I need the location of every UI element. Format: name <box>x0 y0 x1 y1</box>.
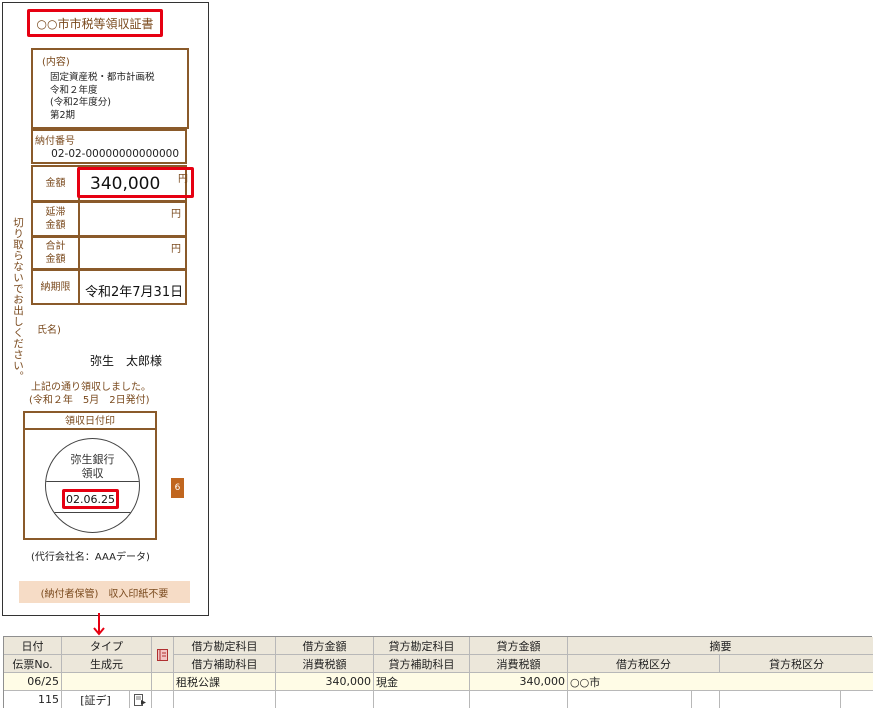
stamp-divider <box>46 512 139 513</box>
receipt-title: ○○市市税等領収証書 <box>27 9 163 37</box>
content-lines: 固定資産税・都市計画税 令和２年度 (令和2年度分) 第2期 <box>50 72 155 122</box>
payment-number-box: 納付番号 02-02-00000000000000 <box>31 129 187 164</box>
agent-company: (代行会社名：AAAデータ) <box>31 552 150 563</box>
header-debit-sub-account[interactable]: 借方補助科目 <box>174 655 276 673</box>
cell-attachment-2[interactable] <box>152 691 174 708</box>
header-type[interactable]: タイプ <box>62 637 152 655</box>
content-line: (令和2年度分) <box>50 97 111 108</box>
cell-credit-tax-rate[interactable] <box>841 691 873 708</box>
cell-debit-sub-account[interactable] <box>174 691 276 708</box>
content-line: 令和２年度 <box>50 84 98 96</box>
stamp-divider <box>46 481 139 482</box>
stamp-bank-text: 弥生銀行 領収 <box>70 453 115 480</box>
cell-type[interactable] <box>62 673 152 691</box>
payment-number-value: 02-02-00000000000000 <box>51 148 179 160</box>
cell-credit-sub-account[interactable] <box>374 691 470 708</box>
issue-date-note: (令和２年 5月 2日発付) <box>29 395 150 406</box>
attachment-header-icon[interactable] <box>152 637 174 673</box>
cell-credit-tax[interactable] <box>470 691 568 708</box>
header-credit-account[interactable]: 貸方勘定科目 <box>374 637 470 655</box>
payer-name: 弥生 太郎様 <box>90 354 163 368</box>
due-date-label: 納期限 <box>33 271 80 303</box>
header-debit-account[interactable]: 借方勘定科目 <box>174 637 276 655</box>
cell-voucher-no[interactable]: 115 <box>4 691 62 708</box>
book-icon <box>157 648 168 661</box>
header-source[interactable]: 生成元 <box>62 655 152 673</box>
open-source-button[interactable] <box>130 691 152 708</box>
journal-entry-grid: 日付 タイプ 借方勘定科目 借方金額 貸方勘定科目 貸方金額 摘要 伝票No. … <box>3 636 873 708</box>
header-memo[interactable]: 摘要 <box>568 637 873 655</box>
do-not-cut-note: 切り取らないでお出しください。 <box>12 217 24 382</box>
cell-credit-amount[interactable]: 340,000 <box>470 673 568 691</box>
header-credit-tax[interactable]: 消費税額 <box>470 655 568 673</box>
content-label: (内容) <box>42 57 70 68</box>
cell-credit-tax-class[interactable] <box>720 691 841 708</box>
late-fee-label: 延滞 金額 <box>33 203 80 235</box>
cell-memo[interactable]: ○○市 <box>568 673 873 691</box>
cell-debit-tax-rate[interactable] <box>692 691 720 708</box>
header-credit-tax-class[interactable]: 貸方税区分 <box>720 655 873 673</box>
header-date[interactable]: 日付 <box>4 637 62 655</box>
document-arrow-icon <box>134 693 146 706</box>
due-date-value: 令和2年7月31日 <box>85 285 184 300</box>
amount-highlight: 340,000 円 <box>77 167 194 198</box>
cell-credit-account[interactable]: 現金 <box>374 673 470 691</box>
header-debit-tax[interactable]: 消費税額 <box>276 655 374 673</box>
amount-label: 金額 <box>33 167 80 200</box>
cell-attachment[interactable] <box>152 673 174 691</box>
total-label: 合計 金額 <box>33 238 80 268</box>
stamp-header: 領収日付印 <box>23 411 157 430</box>
cell-date[interactable]: 06/25 <box>4 673 62 691</box>
header-debit-tax-class[interactable]: 借方税区分 <box>568 655 720 673</box>
content-box: (内容) 固定資産税・都市計画税 令和２年度 (令和2年度分) 第2期 <box>31 48 189 129</box>
name-label: 氏名) <box>37 325 61 336</box>
late-fee-row: 延滞 金額 円 <box>31 201 187 237</box>
cell-debit-amount[interactable]: 340,000 <box>276 673 374 691</box>
cell-debit-tax-class[interactable] <box>568 691 692 708</box>
cell-debit-tax[interactable] <box>276 691 374 708</box>
total-row: 合計 金額 円 <box>31 236 187 270</box>
due-date-row: 納期限 令和2年7月31日 <box>31 269 187 305</box>
late-fee-yen: 円 <box>171 209 181 220</box>
amount-value: 340,000 <box>90 174 161 194</box>
cell-debit-account[interactable]: 租税公課 <box>174 673 276 691</box>
payer-copy-note: (納付者保管) 収入印紙不要 <box>19 581 190 603</box>
header-credit-sub-account[interactable]: 貸方補助科目 <box>374 655 470 673</box>
stamp-date: 02.06.25 <box>62 489 119 509</box>
header-credit-amount[interactable]: 貸方金額 <box>470 637 568 655</box>
content-line: 第2期 <box>50 109 76 121</box>
cell-source[interactable]: [証デ] <box>62 691 130 708</box>
bank-stamp-seal: 弥生銀行 領収 <box>45 438 140 533</box>
number-badge: 6 <box>171 478 184 498</box>
total-yen: 円 <box>171 244 181 255</box>
amount-yen: 円 <box>178 174 188 185</box>
header-voucher-no[interactable]: 伝票No. <box>4 655 62 673</box>
content-line: 固定資産税・都市計画税 <box>50 72 155 83</box>
payment-number-label: 納付番号 <box>35 136 75 147</box>
header-debit-amount[interactable]: 借方金額 <box>276 637 374 655</box>
